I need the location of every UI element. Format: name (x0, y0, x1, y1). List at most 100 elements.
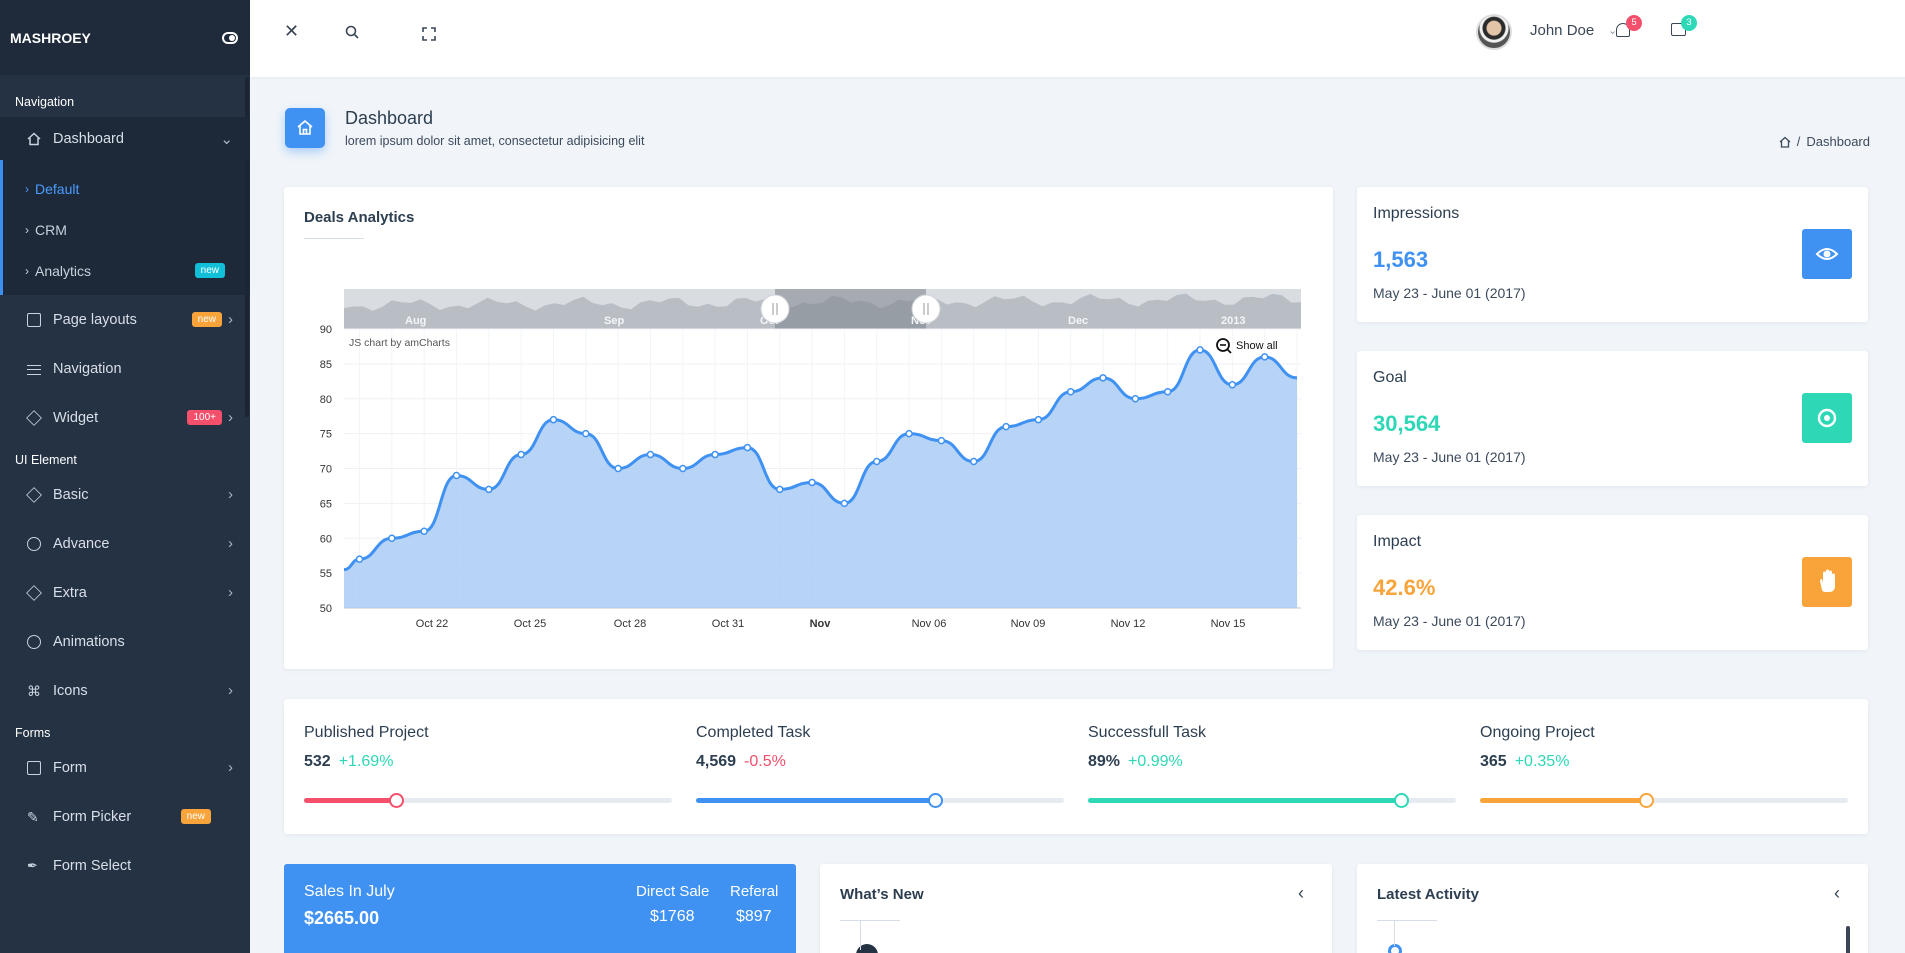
chevron-left-icon[interactable]: ‹ (1834, 883, 1840, 904)
notifications-button[interactable]: 5 (1616, 15, 1642, 37)
close-icon[interactable]: ✕ (284, 21, 299, 42)
data-point[interactable] (517, 450, 525, 459)
data-point[interactable] (582, 429, 590, 438)
data-point[interactable] (872, 457, 881, 466)
chart-credit[interactable]: JS chart by amCharts (349, 337, 450, 349)
scrollbar[interactable] (1846, 926, 1850, 953)
stat-card: Goal 30,564 May 23 - June 01 (2017) (1357, 351, 1868, 486)
sidebar-item-navigation[interactable]: Navigation (0, 344, 250, 393)
data-point[interactable] (808, 478, 816, 487)
sidebar-item-form-picker[interactable]: ✎ Form Picker new (0, 792, 250, 841)
data-point[interactable] (840, 499, 849, 508)
chevron-right-icon: › (228, 311, 233, 328)
data-point[interactable] (905, 429, 913, 438)
sales-card: Sales In July $2665.00 Direct Sale $1768… (284, 864, 796, 953)
sidebar-item-label: Advance (53, 535, 110, 552)
data-point[interactable] (1131, 395, 1140, 403)
data-point[interactable] (969, 457, 978, 466)
sidebar-item-widget[interactable]: Widget 100+ › (0, 393, 250, 442)
data-point[interactable] (355, 555, 364, 563)
progress-value-row: 532 +1.69% (304, 753, 674, 771)
chevron-left-icon[interactable]: ‹ (1298, 883, 1304, 904)
layers-icon (26, 409, 42, 426)
package-icon (26, 584, 42, 601)
data-point[interactable] (1163, 388, 1172, 396)
submenu-item-default[interactable]: › Default (3, 168, 250, 209)
progress-value: 532 (304, 753, 331, 770)
search-icon[interactable] (345, 24, 359, 44)
home-icon (297, 120, 313, 135)
data-point[interactable] (1228, 381, 1237, 389)
data-point[interactable] (1196, 346, 1204, 354)
sidebar-item-icons[interactable]: ⌘ Icons › (0, 666, 250, 715)
show-all-button[interactable]: Show all (1236, 340, 1278, 352)
submenu-item-analytics[interactable]: › Analytics new (3, 250, 250, 291)
chevron-right-icon: › (228, 486, 233, 503)
navigator-grip[interactable] (760, 294, 790, 324)
data-point[interactable] (452, 471, 461, 480)
brand-bar: MASHROEY (0, 0, 250, 75)
new-badge: new (191, 312, 222, 327)
data-point[interactable] (937, 436, 946, 445)
data-point[interactable] (1099, 374, 1107, 382)
data-point[interactable] (614, 464, 622, 473)
stat-button[interactable] (1802, 557, 1852, 607)
sidebar-item-form-select[interactable]: ✒ Form Select (0, 841, 250, 890)
navigator-grip[interactable] (911, 294, 941, 324)
y-tick-label: 70 (320, 464, 332, 476)
progress-change: +0.35% (1514, 753, 1570, 770)
progress-knob[interactable] (1638, 793, 1654, 808)
data-point[interactable] (743, 443, 752, 452)
sidebar-item-form[interactable]: Form › (0, 743, 250, 792)
sidebar-item-basic[interactable]: Basic › (0, 470, 250, 519)
data-point[interactable] (776, 485, 784, 494)
progress-knob[interactable] (389, 793, 404, 808)
x-tick-label: Oct 31 (712, 618, 744, 630)
data-point[interactable] (1002, 422, 1010, 431)
stat-button[interactable] (1802, 229, 1852, 279)
progress-value-row: 89% +0.99% (1088, 753, 1458, 771)
sidebar-item-dashboard[interactable]: Dashboard ⌄ (0, 117, 250, 160)
sidebar-item-animations[interactable]: Animations (0, 617, 250, 666)
breadcrumb-item[interactable]: Dashboard (1806, 134, 1870, 149)
deals-chart[interactable]: AugSepOctNovDec2013908580757065605550Oct… (284, 187, 1333, 669)
navigator-selection[interactable] (775, 289, 926, 329)
sidebar-item-advance[interactable]: Advance › (0, 519, 250, 568)
sidebar-item-page-layouts[interactable]: Page layouts new › (0, 295, 250, 344)
layout-icon (27, 312, 41, 327)
whats-new-card: What’s New ‹ (820, 864, 1332, 953)
progress-stat: Published Project 532 +1.69% (304, 724, 674, 808)
home-icon[interactable] (1779, 136, 1791, 148)
data-point[interactable] (679, 464, 687, 473)
data-point[interactable] (711, 450, 719, 459)
data-point[interactable] (1260, 353, 1269, 361)
timeline-line (1394, 920, 1395, 946)
messages-button[interactable]: 3 (1671, 15, 1697, 36)
user-name[interactable]: John Doe (1530, 22, 1594, 39)
award-icon (27, 536, 41, 551)
data-point[interactable] (549, 415, 558, 424)
avatar[interactable] (1476, 14, 1512, 50)
stat-button[interactable] (1802, 393, 1852, 443)
referal-label: Referal (730, 883, 779, 900)
sidebar-toggle-icon[interactable] (222, 31, 238, 44)
area-fill (344, 349, 1297, 608)
data-point[interactable] (1034, 415, 1043, 424)
fullscreen-icon[interactable] (422, 26, 436, 46)
chevron-down-icon[interactable]: ⌄ (1608, 24, 1617, 37)
topbar: ✕ 5 3 (250, 0, 1905, 77)
progress-knob[interactable] (1393, 793, 1409, 808)
data-point[interactable] (420, 527, 428, 536)
y-tick-label: 75 (320, 429, 332, 441)
page-title: Dashboard (345, 108, 434, 128)
data-point[interactable] (1066, 388, 1075, 396)
stat-date: May 23 - June 01 (2017) (1373, 613, 1526, 629)
data-point[interactable] (646, 450, 655, 459)
menu-icon (27, 364, 41, 375)
progress-track (304, 793, 672, 808)
data-point[interactable] (388, 534, 396, 542)
stat-value: 42.6% (1373, 575, 1436, 600)
submenu-item-crm[interactable]: › CRM (3, 209, 250, 250)
sidebar-item-extra[interactable]: Extra › (0, 568, 250, 617)
data-point[interactable] (485, 485, 493, 494)
